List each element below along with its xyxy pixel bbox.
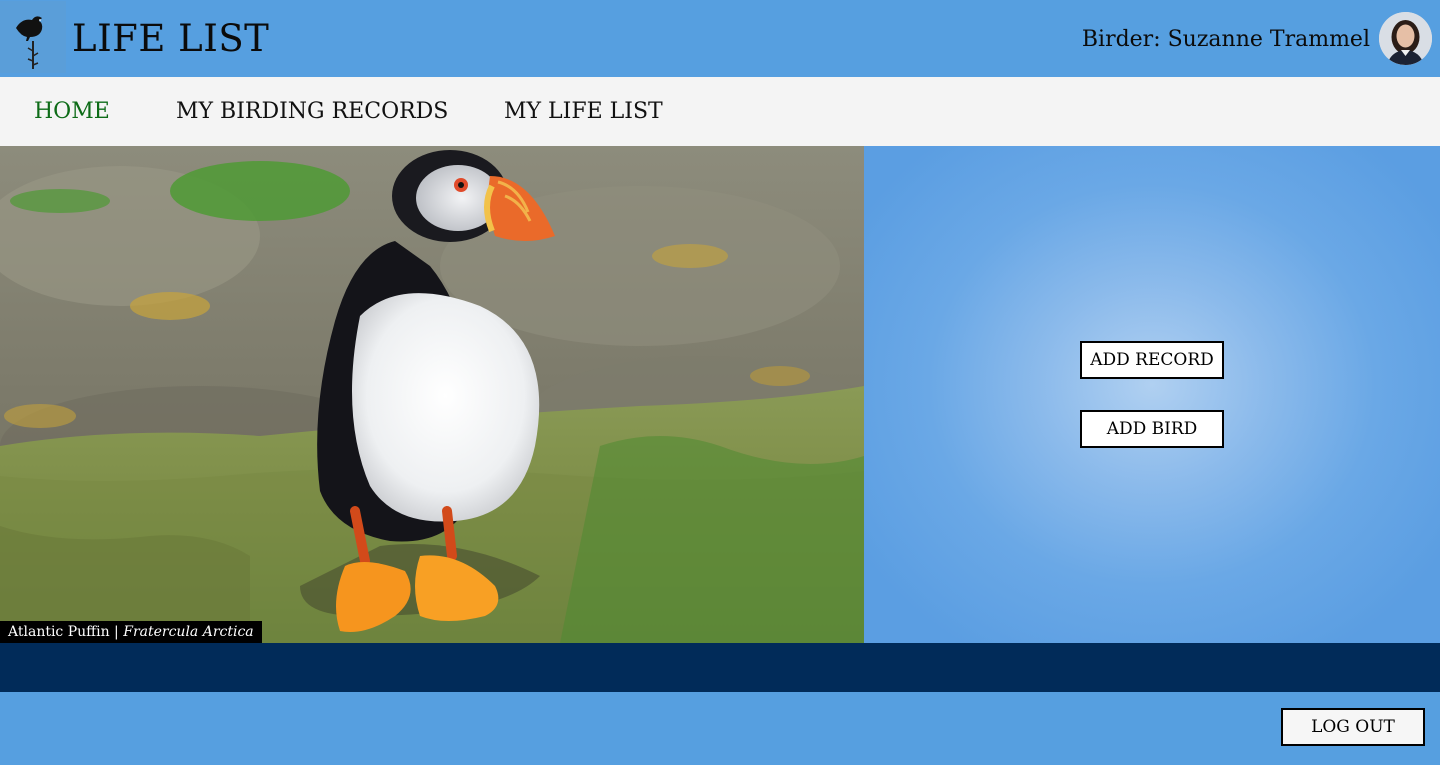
footer-band [0,643,1440,692]
caption-separator: | [109,624,124,640]
add-bird-button[interactable]: ADD BIRD [1080,410,1224,448]
app-header: LIFE LIST Birder: Suzanne Trammel [0,0,1440,77]
birder-name: Birder: Suzanne Trammel [1081,27,1370,52]
add-record-button[interactable]: ADD RECORD [1080,341,1224,379]
log-out-button[interactable]: LOG OUT [1281,708,1425,746]
caption-scientific-name: Fratercula Arctica [123,624,254,640]
app-title: LIFE LIST [72,17,270,60]
main-nav: HOME MY BIRDING RECORDS MY LIFE LIST [0,77,1440,146]
bird-logo-icon[interactable] [0,1,66,73]
hero-caption: Atlantic Puffin | Fratercula Arctica [0,621,262,643]
user-avatar[interactable] [1379,12,1432,65]
nav-my-birding-records[interactable]: MY BIRDING RECORDS [176,97,448,127]
caption-common-name: Atlantic Puffin [8,624,110,640]
app-footer: LOG OUT [0,692,1440,765]
hero-photo [0,146,864,643]
nav-my-life-list[interactable]: MY LIFE LIST [504,97,663,127]
nav-home[interactable]: HOME [34,97,110,127]
action-panel: ADD RECORD ADD BIRD [864,146,1440,643]
